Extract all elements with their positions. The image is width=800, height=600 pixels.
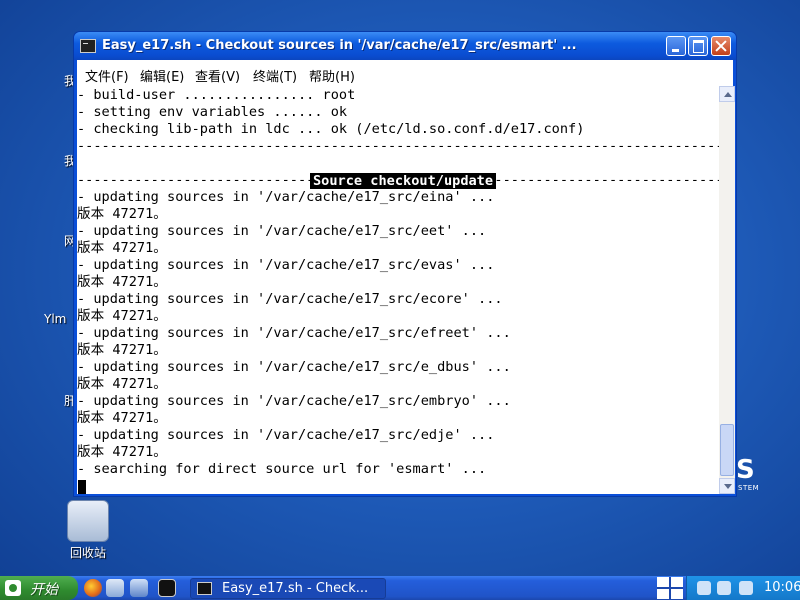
menu-view[interactable]: 查看(V)	[195, 66, 240, 85]
maximize-button[interactable]	[688, 36, 708, 56]
terminal-line: - searching for direct source url for 'e…	[77, 461, 487, 477]
recycle-bin-icon	[67, 500, 109, 542]
file-manager-icon[interactable]	[106, 579, 124, 597]
terminal-window: Easy_e17.sh - Checkout sources in '/var/…	[73, 31, 737, 497]
menu-terminal[interactable]: 终端(T)	[253, 66, 297, 85]
terminal-app-icon	[197, 582, 212, 595]
terminal-line: - setting env variables ...... ok	[77, 104, 348, 120]
recycle-bin-desktop-icon[interactable]: 回收站	[60, 500, 116, 561]
desktop-icon-label-partial: Ylm	[44, 312, 67, 326]
terminal-cursor	[78, 480, 86, 494]
scrollbar-thumb[interactable]	[720, 424, 734, 476]
terminal-output[interactable]: - build-user ................ root - set…	[77, 86, 719, 494]
terminal-line: - updating sources in '/var/cache/e17_sr…	[77, 427, 495, 443]
start-logo-icon	[5, 580, 21, 596]
menu-file[interactable]: 文件(F)	[85, 66, 129, 85]
menu-edit[interactable]: 编辑(E)	[140, 66, 184, 85]
terminal-line: - build-user ................ root	[77, 87, 356, 103]
terminal-line: - checking lib-path in ldc ... ok (/etc/…	[77, 121, 585, 137]
recycle-bin-label: 回收站	[69, 546, 106, 560]
menu-help[interactable]: 帮助(H)	[309, 66, 355, 85]
taskbar-item-terminal[interactable]: Easy_e17.sh - Check...	[190, 578, 386, 599]
terminal-line: - updating sources in '/var/cache/e17_sr…	[77, 393, 511, 409]
terminal-launcher-icon[interactable]	[158, 579, 176, 597]
clock[interactable]: 10:06	[764, 580, 800, 595]
terminal-line: - updating sources in '/var/cache/e17_sr…	[77, 325, 511, 341]
taskbar: 开始 Easy_e17.sh - Check... 10:06	[0, 576, 800, 600]
terminal-scrollbar[interactable]	[719, 86, 735, 494]
terminal-separator: ----------------------------------------…	[77, 138, 719, 154]
terminal-line: 版本 47271。	[77, 308, 167, 324]
terminal-line: 版本 47271。	[77, 274, 167, 290]
start-button[interactable]: 开始	[0, 576, 78, 600]
minimize-button[interactable]	[666, 36, 686, 56]
terminal-line: - updating sources in '/var/cache/e17_sr…	[77, 223, 487, 239]
terminal-line: 版本 47271。	[77, 410, 167, 426]
terminal-line: 版本 47271。	[77, 342, 167, 358]
terminal-line: 版本 47271。	[77, 444, 167, 460]
power-icon[interactable]	[739, 581, 753, 595]
desktop-brand-subtext: STEM	[738, 484, 760, 492]
show-desktop-icon[interactable]	[130, 579, 148, 597]
menu-bar: 文件(F) 编辑(E) 查看(V) 终端(T) 帮助(H)	[77, 60, 733, 86]
start-label: 开始	[30, 582, 58, 598]
scroll-down-arrow-icon[interactable]	[719, 478, 735, 494]
firefox-icon[interactable]	[84, 579, 102, 597]
taskbar-item-label: Easy_e17.sh - Check...	[222, 581, 369, 596]
volume-icon[interactable]	[697, 581, 711, 595]
terminal-app-icon	[80, 39, 96, 53]
terminal-line: - updating sources in '/var/cache/e17_sr…	[77, 189, 495, 205]
terminal-line: - updating sources in '/var/cache/e17_sr…	[77, 257, 495, 273]
scroll-up-arrow-icon[interactable]	[719, 86, 735, 102]
terminal-line: 版本 47271。	[77, 240, 167, 256]
section-banner: Source checkout/update	[310, 173, 497, 189]
window-title: Easy_e17.sh - Checkout sources in '/var/…	[102, 38, 577, 53]
desktop-brand-letter: S	[736, 455, 755, 485]
terminal-line: 版本 47271。	[77, 206, 167, 222]
close-button[interactable]	[711, 36, 731, 56]
workspace-switcher-icon[interactable]	[657, 577, 683, 599]
terminal-line: 版本 47271。	[77, 376, 167, 392]
window-titlebar[interactable]: Easy_e17.sh - Checkout sources in '/var/…	[74, 32, 736, 60]
terminal-line: - updating sources in '/var/cache/e17_sr…	[77, 291, 503, 307]
terminal-line: - updating sources in '/var/cache/e17_sr…	[77, 359, 511, 375]
network-icon[interactable]	[717, 581, 731, 595]
